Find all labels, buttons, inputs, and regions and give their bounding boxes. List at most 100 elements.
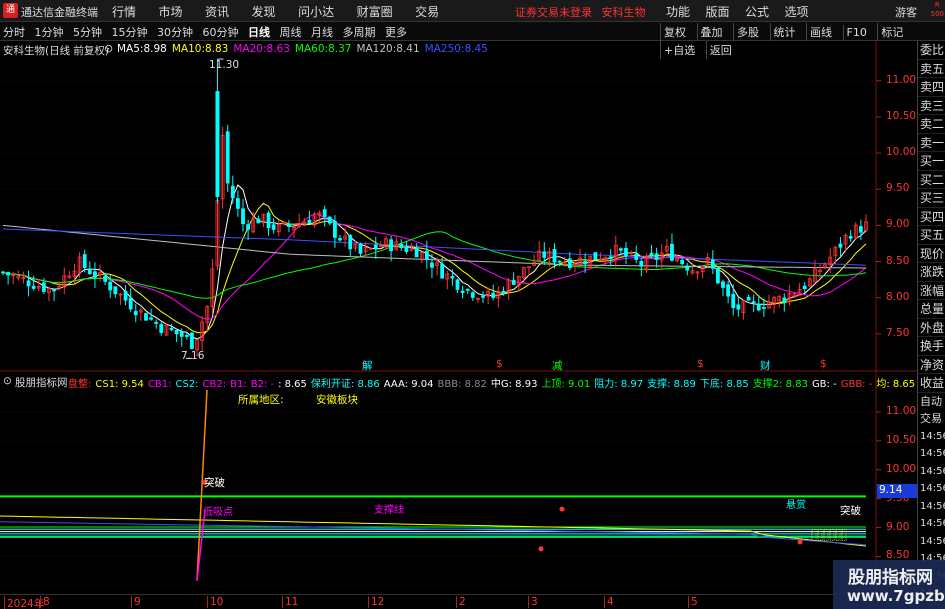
indicator-tick-label: 9.00 — [886, 520, 910, 533]
signal-bar — [829, 528, 835, 541]
indicator-legend-item: CB2: — [202, 379, 227, 390]
guest-user[interactable]: 游客 — [895, 4, 917, 20]
candle-body — [399, 243, 404, 248]
quote-field-tab[interactable]: 总量 — [918, 300, 945, 319]
candle-body — [542, 251, 547, 258]
event-marker-unlock[interactable]: 解 — [362, 358, 373, 373]
quote-field-tab[interactable]: 买五 — [918, 226, 945, 245]
candle-body — [128, 297, 133, 310]
tab-30min[interactable]: 30分钟 — [157, 24, 193, 40]
tick-time: 14:56 — [920, 448, 945, 459]
candle-body — [450, 276, 455, 279]
tab-more[interactable]: 更多 — [385, 24, 407, 40]
overlay-button[interactable]: 叠加 — [696, 23, 726, 41]
tab-daily[interactable]: 日线 — [248, 24, 270, 40]
tab-60min[interactable]: 60分钟 — [203, 24, 239, 40]
quote-field-tab[interactable]: 换手 — [918, 337, 945, 356]
quote-field-tab[interactable]: 委比 — [918, 41, 945, 60]
signal-bar — [841, 528, 847, 541]
candle-body — [6, 272, 11, 276]
quote-field-tab[interactable]: 买二 — [918, 171, 945, 189]
current-stock-name: 安科生物 — [601, 6, 646, 19]
indicator-tick-label: 10.00 — [886, 462, 917, 475]
date-axis-label: 5 — [688, 596, 698, 608]
indicator-legend-item: CS1: 9.54 — [95, 379, 144, 390]
quote-field-tab[interactable]: 买四 — [918, 208, 945, 226]
tick-time: 14:56 — [920, 465, 945, 477]
quote-field-tab[interactable]: 卖五 — [918, 60, 945, 78]
indicator-collapse-icon[interactable]: ⊙ — [3, 375, 12, 387]
menu-item-ask[interactable]: 问小达 — [298, 3, 334, 20]
event-marker-finance[interactable]: 财 — [760, 358, 771, 373]
adjust-button[interactable]: 复权 — [660, 23, 689, 41]
indicator-legend-item: 阻力: 8.97 — [594, 379, 644, 390]
tab-timeshare[interactable]: 分时 — [3, 24, 25, 40]
quote-field-tab[interactable]: 涨跌 — [918, 263, 945, 282]
price-tick-label: 10.50 — [886, 109, 917, 122]
quote-field-tab[interactable]: 卖四 — [918, 78, 945, 97]
period-tabs: 分时 1分钟 5分钟 15分钟 30分钟 60分钟 日线 周线 月线 多周期 更… — [3, 24, 413, 40]
tab-monthly[interactable]: 月线 — [311, 24, 333, 40]
indicator-lines — [0, 390, 867, 581]
support-line-label: 支撑线 — [374, 505, 404, 516]
event-marker-reduce[interactable]: 减 — [552, 358, 563, 373]
menu-item-functions[interactable]: 功能 — [666, 3, 690, 20]
menu-item-market[interactable]: 市场 — [159, 3, 183, 20]
trade-login-status[interactable]: 证券交易未登录 — [515, 6, 592, 19]
menu-item-news[interactable]: 资讯 — [205, 3, 229, 20]
quote-field-tab[interactable]: 收益 — [918, 374, 945, 393]
quote-field-tab[interactable]: 卖三 — [918, 97, 945, 115]
candle-body — [583, 261, 588, 265]
trade-tab[interactable]: 交易 — [918, 410, 945, 428]
candle-body — [123, 290, 128, 301]
tab-1min[interactable]: 1分钟 — [35, 24, 64, 40]
event-marker-dividend-1[interactable]: $ — [496, 358, 503, 370]
menu-item-formula[interactable]: 公式 — [745, 3, 769, 20]
indicator-name[interactable]: 股朋指标网 — [15, 375, 68, 390]
candle-body — [460, 290, 465, 293]
tab-15min[interactable]: 15分钟 — [112, 24, 148, 40]
candle-body — [481, 295, 485, 298]
ma-legend-item: MA20:8.63 — [233, 43, 290, 55]
candle-body — [404, 247, 409, 252]
quote-field-tab[interactable]: 现价 — [918, 245, 945, 263]
collapse-icon[interactable]: ⊙ — [104, 42, 113, 55]
menu-item-discover[interactable]: 发现 — [252, 3, 276, 20]
f10-button[interactable]: F10 — [842, 25, 870, 40]
candle-body — [838, 243, 843, 248]
event-marker-dividend-3[interactable]: $ — [820, 358, 827, 370]
mark-button[interactable]: 标记 — [877, 23, 906, 41]
quote-field-tab[interactable]: 外盘 — [918, 319, 945, 337]
multi-stock-button[interactable]: 多股 — [733, 23, 762, 41]
quote-field-tab[interactable]: 净资 — [918, 356, 945, 374]
price-tick-label: 10.00 — [886, 146, 917, 159]
quote-field-tab[interactable]: 买三 — [918, 189, 945, 208]
kline-chart[interactable] — [0, 41, 917, 594]
tab-5min[interactable]: 5分钟 — [73, 24, 102, 40]
candle-body — [624, 247, 628, 257]
menu-item-layout[interactable]: 版面 — [706, 3, 730, 20]
candle-body — [179, 331, 184, 337]
stats-button[interactable]: 统计 — [769, 23, 799, 41]
indicator-legend-item: 中G: 8.93 — [490, 379, 538, 390]
tab-weekly[interactable]: 周线 — [280, 24, 302, 40]
login-notice[interactable]: 证券交易未登录 安科生物 — [515, 4, 652, 20]
price-tick-label: 9.50 — [886, 182, 910, 195]
menu-item-quotes[interactable]: 行情 — [112, 3, 136, 20]
quote-field-tab[interactable]: 卖一 — [918, 134, 945, 152]
quote-side-panel: 委比 卖五 卖四 卖三 卖二 卖一 买一 买二 买三 买四 买五 现价 涨跌 涨幅 总量 外盘 换手 净资 收益 自… — [917, 41, 945, 599]
quote-field-tab[interactable]: 卖二 — [918, 115, 945, 134]
menu-item-options[interactable]: 选项 — [785, 3, 809, 20]
chart-area[interactable]: 安科生物(日线 前复权) ⊙ MA5:8.98 MA10:8.83 MA20:8.6… — [0, 41, 917, 594]
tab-multi-period[interactable]: 多周期 — [343, 24, 376, 40]
menu-item-trade[interactable]: 交易 — [415, 3, 439, 20]
event-marker-dividend-2[interactable]: $ — [697, 358, 704, 370]
draw-line-button[interactable]: 画线 — [806, 23, 835, 41]
quote-field-tab[interactable]: 涨幅 — [918, 282, 945, 300]
quote-field-tab[interactable]: 买一 — [918, 152, 945, 171]
candle-body — [848, 236, 853, 239]
candle-body — [782, 297, 787, 303]
auto-tab[interactable]: 自动 — [918, 393, 945, 411]
indicator-legend-item: B2: - — [250, 379, 275, 390]
menu-item-community[interactable]: 财富圈 — [357, 3, 393, 20]
